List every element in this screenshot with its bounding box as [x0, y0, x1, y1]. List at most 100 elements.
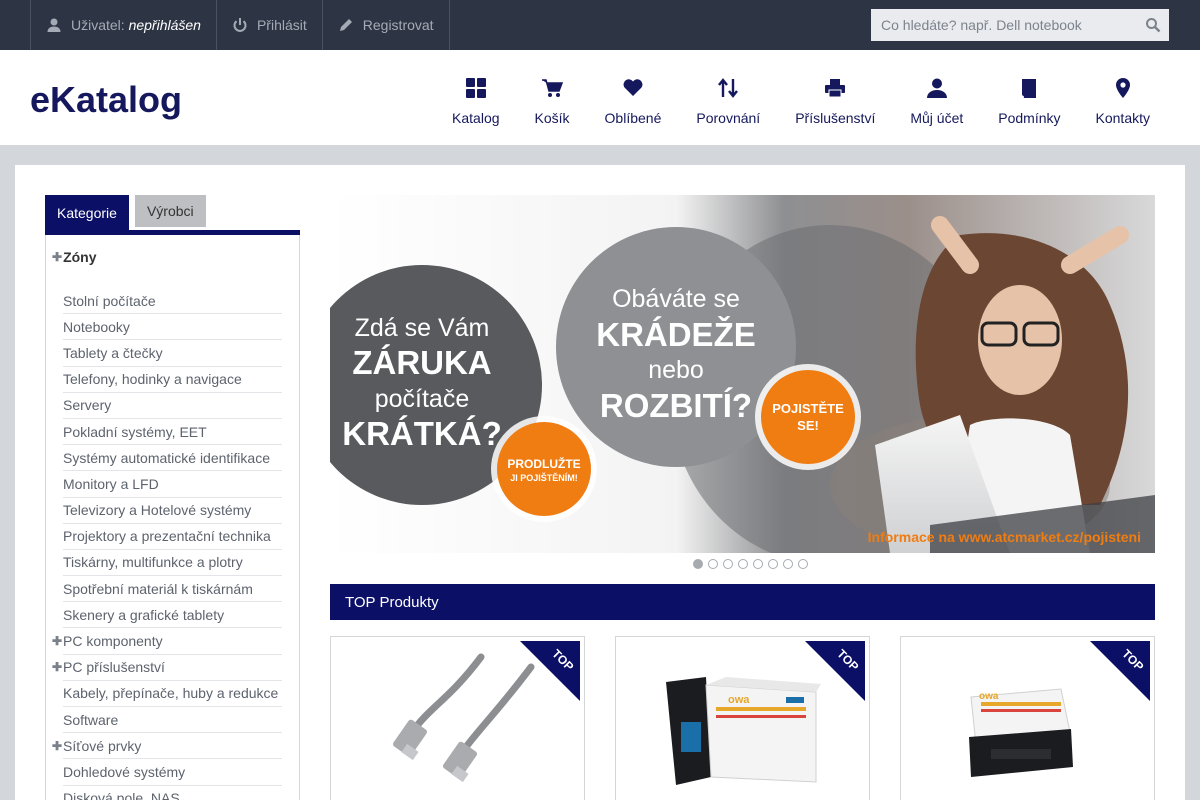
tab-vyrobci[interactable]: Výrobci [134, 195, 206, 227]
category-label: Dohledové systémy [63, 763, 186, 780]
user-icon [47, 18, 61, 32]
category-item[interactable]: Tablety a čtečky [63, 340, 282, 367]
register-link[interactable]: Registrovat [323, 0, 450, 50]
category-heading[interactable]: ✚ Zóny [52, 249, 97, 265]
user-status: Uživatel: nepřihlášen [31, 0, 217, 50]
user-icon [926, 78, 947, 98]
book-icon [1022, 79, 1037, 98]
product-card[interactable]: owa TOP [615, 636, 870, 800]
slider-dot[interactable] [768, 559, 778, 569]
map-marker-icon [1115, 78, 1130, 98]
nav-label: Porovnání [696, 110, 761, 126]
banner-footer: Informace na www.atcmarket.cz/pojisteni [868, 529, 1141, 545]
header: eKatalog Katalog Košík Oblíbené Porovnán… [0, 50, 1200, 145]
nav-kosik[interactable]: Košík [517, 50, 587, 145]
plus-icon: ✚ [52, 250, 63, 264]
svg-text:owa: owa [728, 694, 750, 706]
plus-icon[interactable]: ✚ [52, 634, 62, 648]
category-label: PC komponenty [63, 633, 163, 650]
category-item[interactable]: Software [63, 707, 282, 734]
banner-graphic: Zdá se Vám ZÁRUKA počítače KRÁTKÁ? PRODL… [330, 195, 1155, 553]
category-list: Stolní počítače Notebooky Tablety a čteč… [52, 288, 282, 800]
category-item[interactable]: ✚ PC komponenty [52, 628, 282, 655]
category-item[interactable]: Notebooky [63, 314, 282, 341]
nav-muj-ucet[interactable]: Můj účet [893, 50, 981, 145]
mid-text-1: Obáváte se [612, 285, 740, 313]
category-item[interactable]: Pokladní systémy, EET [63, 419, 282, 446]
promo-banner[interactable]: Zdá se Vám ZÁRUKA počítače KRÁTKÁ? PRODL… [330, 195, 1155, 553]
nav-label: Košík [534, 110, 570, 126]
category-item[interactable]: Telefony, hodinky a navigace [63, 367, 282, 393]
nav-podminky[interactable]: Podmínky [981, 50, 1078, 145]
category-item[interactable]: Disková pole, NAS [63, 786, 282, 800]
nav-label: Katalog [452, 110, 500, 126]
svg-text:owa: owa [979, 691, 999, 702]
plus-icon[interactable]: ✚ [52, 739, 62, 753]
mid-text-2: KRÁDEŽE [596, 316, 756, 353]
category-label: Tiskárny, multifunkce a plotry [63, 554, 243, 571]
category-label: PC příslušenství [63, 659, 165, 676]
category-label: Software [63, 711, 119, 728]
top-badge: TOP [520, 641, 580, 701]
login-link[interactable]: Přihlásit [217, 0, 323, 50]
category-item[interactable]: ✚ Síťové prvky [52, 733, 282, 760]
nav-prislusenstvi[interactable]: Příslušenství [778, 50, 893, 145]
category-item[interactable]: Systémy automatické identifikace [63, 445, 282, 472]
product-card[interactable]: owa TOP [900, 636, 1155, 800]
top-products-title: TOP Produkty [345, 593, 439, 611]
category-label: Projektory a prezentační technika [63, 528, 271, 545]
logo[interactable]: eKatalog [30, 79, 182, 121]
category-label: Spotřební materiál k tiskárnám [63, 580, 253, 597]
category-item[interactable]: Kabely, přepínače, huby a redukce [63, 681, 282, 707]
nav-label: Podmínky [998, 110, 1061, 126]
search-icon[interactable] [1145, 17, 1161, 33]
category-item[interactable]: Servery [63, 393, 282, 419]
slider-dot[interactable] [753, 559, 763, 569]
tab-kategorie[interactable]: Kategorie [45, 195, 129, 230]
nav-label: Můj účet [910, 110, 964, 126]
power-icon [233, 18, 247, 32]
nav-katalog[interactable]: Katalog [435, 50, 517, 145]
nav-porovnani[interactable]: Porovnání [679, 50, 778, 145]
category-label: Pokladní systémy, EET [63, 423, 207, 440]
nav-kontakty[interactable]: Kontakty [1078, 50, 1168, 145]
category-item[interactable]: Monitory a LFD [63, 471, 282, 498]
category-label: Telefony, hodinky a navigace [63, 371, 242, 388]
user-label: Uživatel: [71, 17, 125, 33]
category-label: Systémy automatické identifikace [63, 449, 270, 466]
category-label: Televizory a Hotelové systémy [63, 502, 252, 519]
category-label: Tablety a čtečky [63, 344, 163, 361]
nav-oblibene[interactable]: Oblíbené [587, 50, 679, 145]
left-text-4: KRÁTKÁ? [342, 415, 501, 452]
product-card[interactable]: TOP [330, 636, 585, 800]
slider-dot[interactable] [783, 559, 793, 569]
category-item[interactable]: Skenery a grafické tablety [63, 602, 282, 629]
category-label: Servery [63, 397, 112, 414]
category-item[interactable]: Dohledové systémy [63, 759, 282, 786]
slider-dot[interactable] [723, 559, 733, 569]
category-item[interactable]: Tiskárny, multifunkce a plotry [63, 550, 282, 577]
left-button-text-2: JI POJIŠTĚNÍM! [510, 472, 578, 483]
slider-dot[interactable] [693, 559, 703, 569]
category-label: Kabely, přepínače, huby a redukce [63, 685, 279, 702]
category-item[interactable]: Stolní počítače [63, 288, 282, 315]
user-value: nepřihlášen [128, 17, 201, 33]
pencil-icon [339, 19, 352, 31]
slider-dot[interactable] [738, 559, 748, 569]
mid-text-3: nebo [648, 356, 704, 384]
category-sidebar: ✚ Zóny Stolní počítače Notebooky Tablety… [45, 235, 300, 800]
search-input[interactable] [871, 9, 1129, 41]
category-item[interactable]: Televizory a Hotelové systémy [63, 498, 282, 524]
slider-dot[interactable] [798, 559, 808, 569]
category-item[interactable]: Spotřební materiál k tiskárnám [63, 576, 282, 603]
category-item[interactable]: ✚ PC příslušenství [52, 655, 282, 681]
main-panel: Kategorie Výrobci ✚ Zóny Stolní počítače… [15, 165, 1185, 800]
category-label: Disková pole, NAS [63, 790, 180, 800]
left-text-2: ZÁRUKA [352, 344, 491, 381]
sidebar-tabs: Kategorie Výrobci [45, 195, 206, 235]
heart-icon [623, 79, 643, 96]
category-item[interactable]: Projektory a prezentační technika [63, 524, 282, 550]
mid-text-4: ROZBITÍ? [600, 387, 752, 424]
slider-dot[interactable] [708, 559, 718, 569]
plus-icon[interactable]: ✚ [52, 660, 62, 674]
